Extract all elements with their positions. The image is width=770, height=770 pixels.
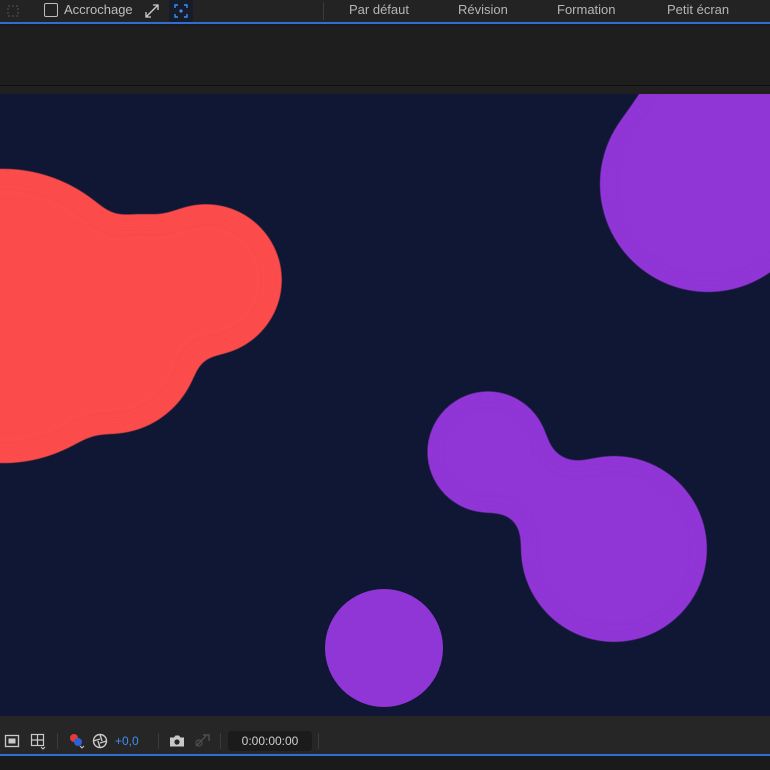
- snap-label[interactable]: Accrochage: [64, 0, 133, 22]
- footer-divider: [57, 733, 58, 749]
- toolbar-divider: [323, 2, 324, 20]
- region-of-interest-icon[interactable]: [2, 730, 22, 752]
- snap-edge-icon[interactable]: [141, 0, 163, 22]
- exposure-value[interactable]: +0,0: [115, 730, 139, 752]
- footer-divider: [220, 733, 221, 749]
- workspace-learning[interactable]: Formation: [557, 0, 616, 22]
- show-snapshot-icon[interactable]: [191, 730, 213, 752]
- composition-viewer[interactable]: [0, 94, 770, 716]
- after-effects-window: Accrochage Par défaut Révision Formation…: [0, 0, 770, 770]
- footer-divider: [318, 733, 319, 749]
- panel-divider: [0, 86, 770, 94]
- top-toolbar: Accrochage Par défaut Révision Formation…: [0, 0, 770, 24]
- viewer-footer-bar: +0,0 0:00:00:00: [0, 716, 770, 756]
- footer-divider: [158, 733, 159, 749]
- snap-checkbox[interactable]: [44, 3, 58, 17]
- panel-bottom-edge: [0, 756, 770, 770]
- workspace-default[interactable]: Par défaut: [349, 0, 409, 22]
- color-channels-icon[interactable]: [65, 730, 87, 752]
- selection-tool-icon[interactable]: [2, 0, 24, 22]
- grid-guides-icon[interactable]: [27, 730, 49, 752]
- workspace-review[interactable]: Révision: [458, 0, 508, 22]
- snap-features-icon[interactable]: [169, 0, 193, 22]
- panel-header: [0, 26, 770, 86]
- purple-circle-bottom-shape[interactable]: [325, 589, 443, 707]
- snapshot-camera-icon[interactable]: [166, 730, 188, 752]
- reset-exposure-icon[interactable]: [90, 730, 110, 752]
- timecode-display[interactable]: 0:00:00:00: [228, 731, 312, 751]
- workspace-small-screen[interactable]: Petit écran: [667, 0, 729, 22]
- composition-canvas[interactable]: [0, 94, 770, 716]
